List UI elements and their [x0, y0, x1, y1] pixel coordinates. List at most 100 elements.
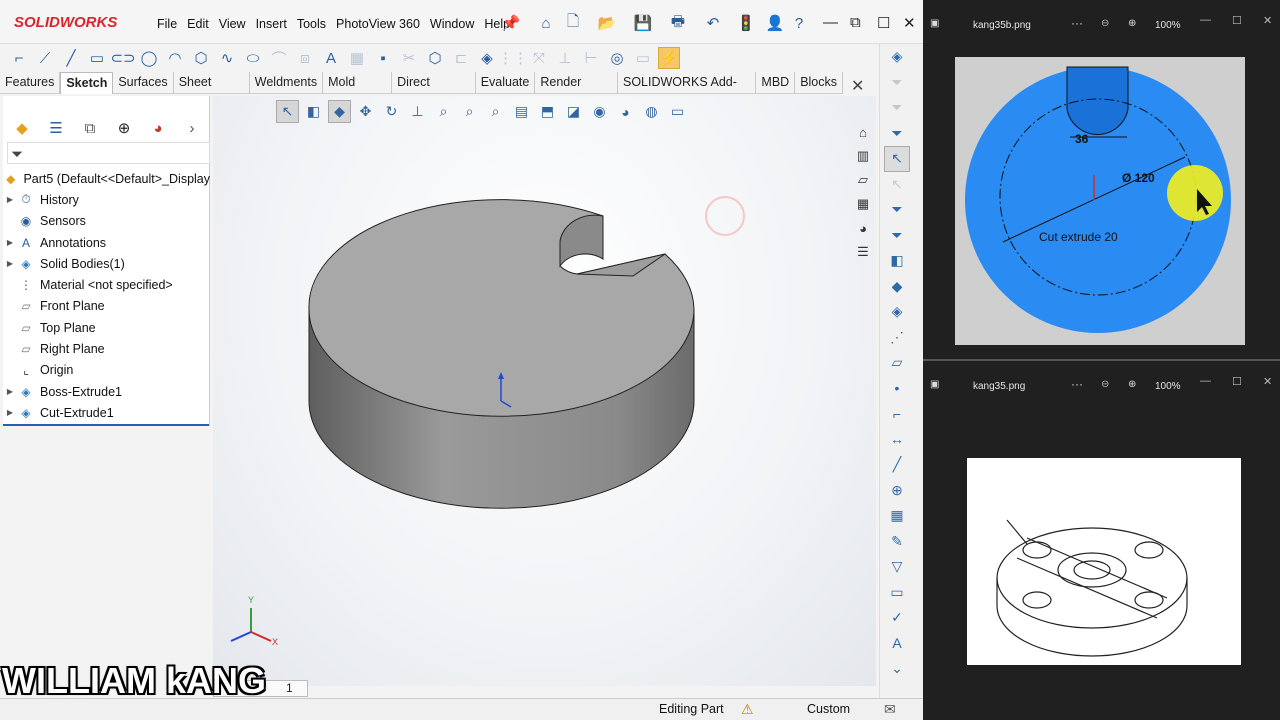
cylinder-part[interactable]: [308, 199, 695, 509]
polygon-icon[interactable]: ⬡: [190, 47, 212, 69]
display-style-icon[interactable]: ◪: [562, 100, 585, 123]
filter-plane-icon[interactable]: ▱: [884, 350, 910, 376]
more-icon[interactable]: ···: [1071, 16, 1083, 30]
tree-root[interactable]: ◆ Part5 (Default<<Default>_Display: [3, 168, 210, 189]
line-icon[interactable]: ╱: [60, 47, 82, 69]
filter-table-icon[interactable]: ▦: [884, 503, 910, 529]
tree-item[interactable]: ▶ ◈ Solid Bodies(1): [3, 253, 210, 274]
filter-surface-icon[interactable]: ◆: [884, 274, 910, 300]
tree-item[interactable]: ▶ ◈ Boss-Extrude1: [3, 381, 210, 402]
tree-item[interactable]: ▱ Front Plane: [3, 296, 210, 317]
file-explorer-icon[interactable]: ▱: [851, 168, 875, 192]
tab-addins[interactable]: SOLIDWORKS Add-Ins: [618, 72, 757, 110]
tab-sketch[interactable]: Sketch: [60, 72, 114, 94]
expand-arrow-icon[interactable]: ▶: [3, 408, 17, 417]
section-view-icon[interactable]: ▤: [510, 100, 533, 123]
view-orientation-icon[interactable]: ◆: [328, 100, 351, 123]
fillet-icon[interactable]: ⌒: [268, 47, 290, 69]
menu-photoview[interactable]: PhotoView 360: [331, 17, 425, 31]
filter-line-icon[interactable]: ╱: [884, 452, 910, 478]
zoom-to-fit-icon[interactable]: ◧: [302, 100, 325, 123]
quick-snaps-icon[interactable]: ◎: [606, 47, 628, 69]
trim-icon[interactable]: ✂: [398, 47, 420, 69]
expand-arrow-icon[interactable]: ▶: [3, 195, 17, 204]
tree-item[interactable]: ▱ Top Plane: [3, 317, 210, 338]
tab-surfaces[interactable]: Surfaces: [113, 72, 174, 94]
appearances-icon[interactable]: ◕: [851, 216, 875, 240]
ellipse-icon[interactable]: ⬭: [242, 47, 264, 69]
instant2d-icon[interactable]: ⚡: [658, 47, 680, 69]
pin-icon[interactable]: 📌: [500, 12, 522, 34]
dimxpert-icon[interactable]: ⊕: [113, 117, 135, 139]
tab-evaluate[interactable]: Evaluate: [476, 72, 536, 94]
new-document-icon[interactable]: 🗋: [562, 12, 584, 34]
image-icon[interactable]: ▦: [346, 47, 368, 69]
tab-blocks[interactable]: Blocks: [795, 72, 844, 94]
user-icon[interactable]: 👤: [764, 12, 786, 34]
zoom-in-icon[interactable]: ⊕: [1128, 379, 1136, 390]
appearance-icon[interactable]: ◕: [614, 100, 637, 123]
minimize-icon[interactable]: —: [1200, 375, 1211, 387]
design-library-icon[interactable]: ▥: [851, 144, 875, 168]
resources-icon[interactable]: ⌂: [851, 120, 875, 144]
close-doc-icon[interactable]: ✕: [851, 76, 864, 96]
view-settings-icon[interactable]: ⬒: [536, 100, 559, 123]
home-icon[interactable]: ⌂: [535, 12, 557, 34]
units-selector[interactable]: Custom: [807, 702, 850, 716]
print-icon[interactable]: 🖶: [667, 12, 689, 34]
rotate-icon[interactable]: ↻: [380, 100, 403, 123]
tree-item[interactable]: ▶ ⏱ History: [3, 189, 210, 210]
rebuild-icon[interactable]: 🚦: [735, 12, 757, 34]
configuration-manager-icon[interactable]: ⧉: [79, 117, 101, 139]
close-icon[interactable]: ✕: [903, 14, 916, 32]
arc-icon[interactable]: ◠: [164, 47, 186, 69]
minimize-icon[interactable]: —: [1200, 14, 1211, 26]
smart-dimension-icon[interactable]: ⟋: [34, 47, 56, 69]
pointer-icon[interactable]: ↖: [884, 172, 910, 198]
monitor-icon[interactable]: ▭: [666, 100, 689, 123]
zoom-out-icon[interactable]: ⊖: [1101, 379, 1109, 390]
menu-window[interactable]: Window: [425, 17, 479, 31]
filter-point-icon[interactable]: •: [884, 376, 910, 402]
filter-c-icon[interactable]: ⏷: [884, 121, 910, 147]
rebuild-warning-icon[interactable]: ⚠: [741, 701, 754, 718]
offset-entities-icon[interactable]: ⊏: [450, 47, 472, 69]
filter-note-icon[interactable]: ✓: [884, 605, 910, 631]
menu-insert[interactable]: Insert: [251, 17, 292, 31]
tab-sheet-metal[interactable]: Sheet Metal: [174, 72, 250, 110]
scroll-down-icon[interactable]: ⌄: [884, 656, 910, 682]
close-icon[interactable]: ✕: [1263, 14, 1272, 27]
zoom-in-icon[interactable]: ⊕: [1128, 18, 1136, 29]
save-icon[interactable]: 💾: [632, 12, 654, 34]
restore-icon[interactable]: ⧉: [850, 14, 861, 31]
filter-icon[interactable]: ⏷: [11, 146, 23, 163]
expand-arrow-icon[interactable]: ▶: [3, 259, 17, 268]
minimize-icon[interactable]: —: [823, 14, 838, 31]
cube-icon[interactable]: ◈: [884, 44, 910, 70]
convert-icon[interactable]: ⬡: [424, 47, 446, 69]
rectangle-icon[interactable]: ▭: [86, 47, 108, 69]
filter-center-icon[interactable]: ⊕: [884, 478, 910, 504]
filter-b-icon[interactable]: ⏷: [884, 95, 910, 121]
select-filter-icon[interactable]: ↖: [884, 146, 910, 172]
feature-manager-icon[interactable]: ◆: [11, 117, 33, 139]
tab-weldments[interactable]: Weldments: [250, 72, 324, 94]
zoom-area-icon[interactable]: ⌕: [432, 100, 455, 123]
maximize-icon[interactable]: ☐: [1232, 14, 1242, 27]
move-entities-icon[interactable]: ⤧: [528, 47, 550, 69]
expand-right-icon[interactable]: ›: [181, 117, 203, 139]
scene-icon[interactable]: ◍: [640, 100, 663, 123]
mirror-icon[interactable]: ◈: [476, 47, 498, 69]
menu-edit[interactable]: Edit: [182, 17, 214, 31]
pan-icon[interactable]: ✥: [354, 100, 377, 123]
tab-direct-editing[interactable]: Direct Editing: [392, 72, 476, 110]
menu-view[interactable]: View: [214, 17, 251, 31]
slot-icon[interactable]: ⊂⊃: [110, 47, 135, 69]
tab-render-tools[interactable]: Render Tools: [535, 72, 618, 110]
zoom-in-icon[interactable]: ⌕: [458, 100, 481, 123]
filter-sketch-icon[interactable]: ⌐: [884, 401, 910, 427]
zoom-out-icon[interactable]: ⊖: [1101, 18, 1109, 29]
rapid-sketch-icon[interactable]: ▭: [632, 47, 654, 69]
filter-weld-icon[interactable]: ✎: [884, 529, 910, 555]
tree-item[interactable]: ▶ A Annotations: [3, 232, 210, 253]
